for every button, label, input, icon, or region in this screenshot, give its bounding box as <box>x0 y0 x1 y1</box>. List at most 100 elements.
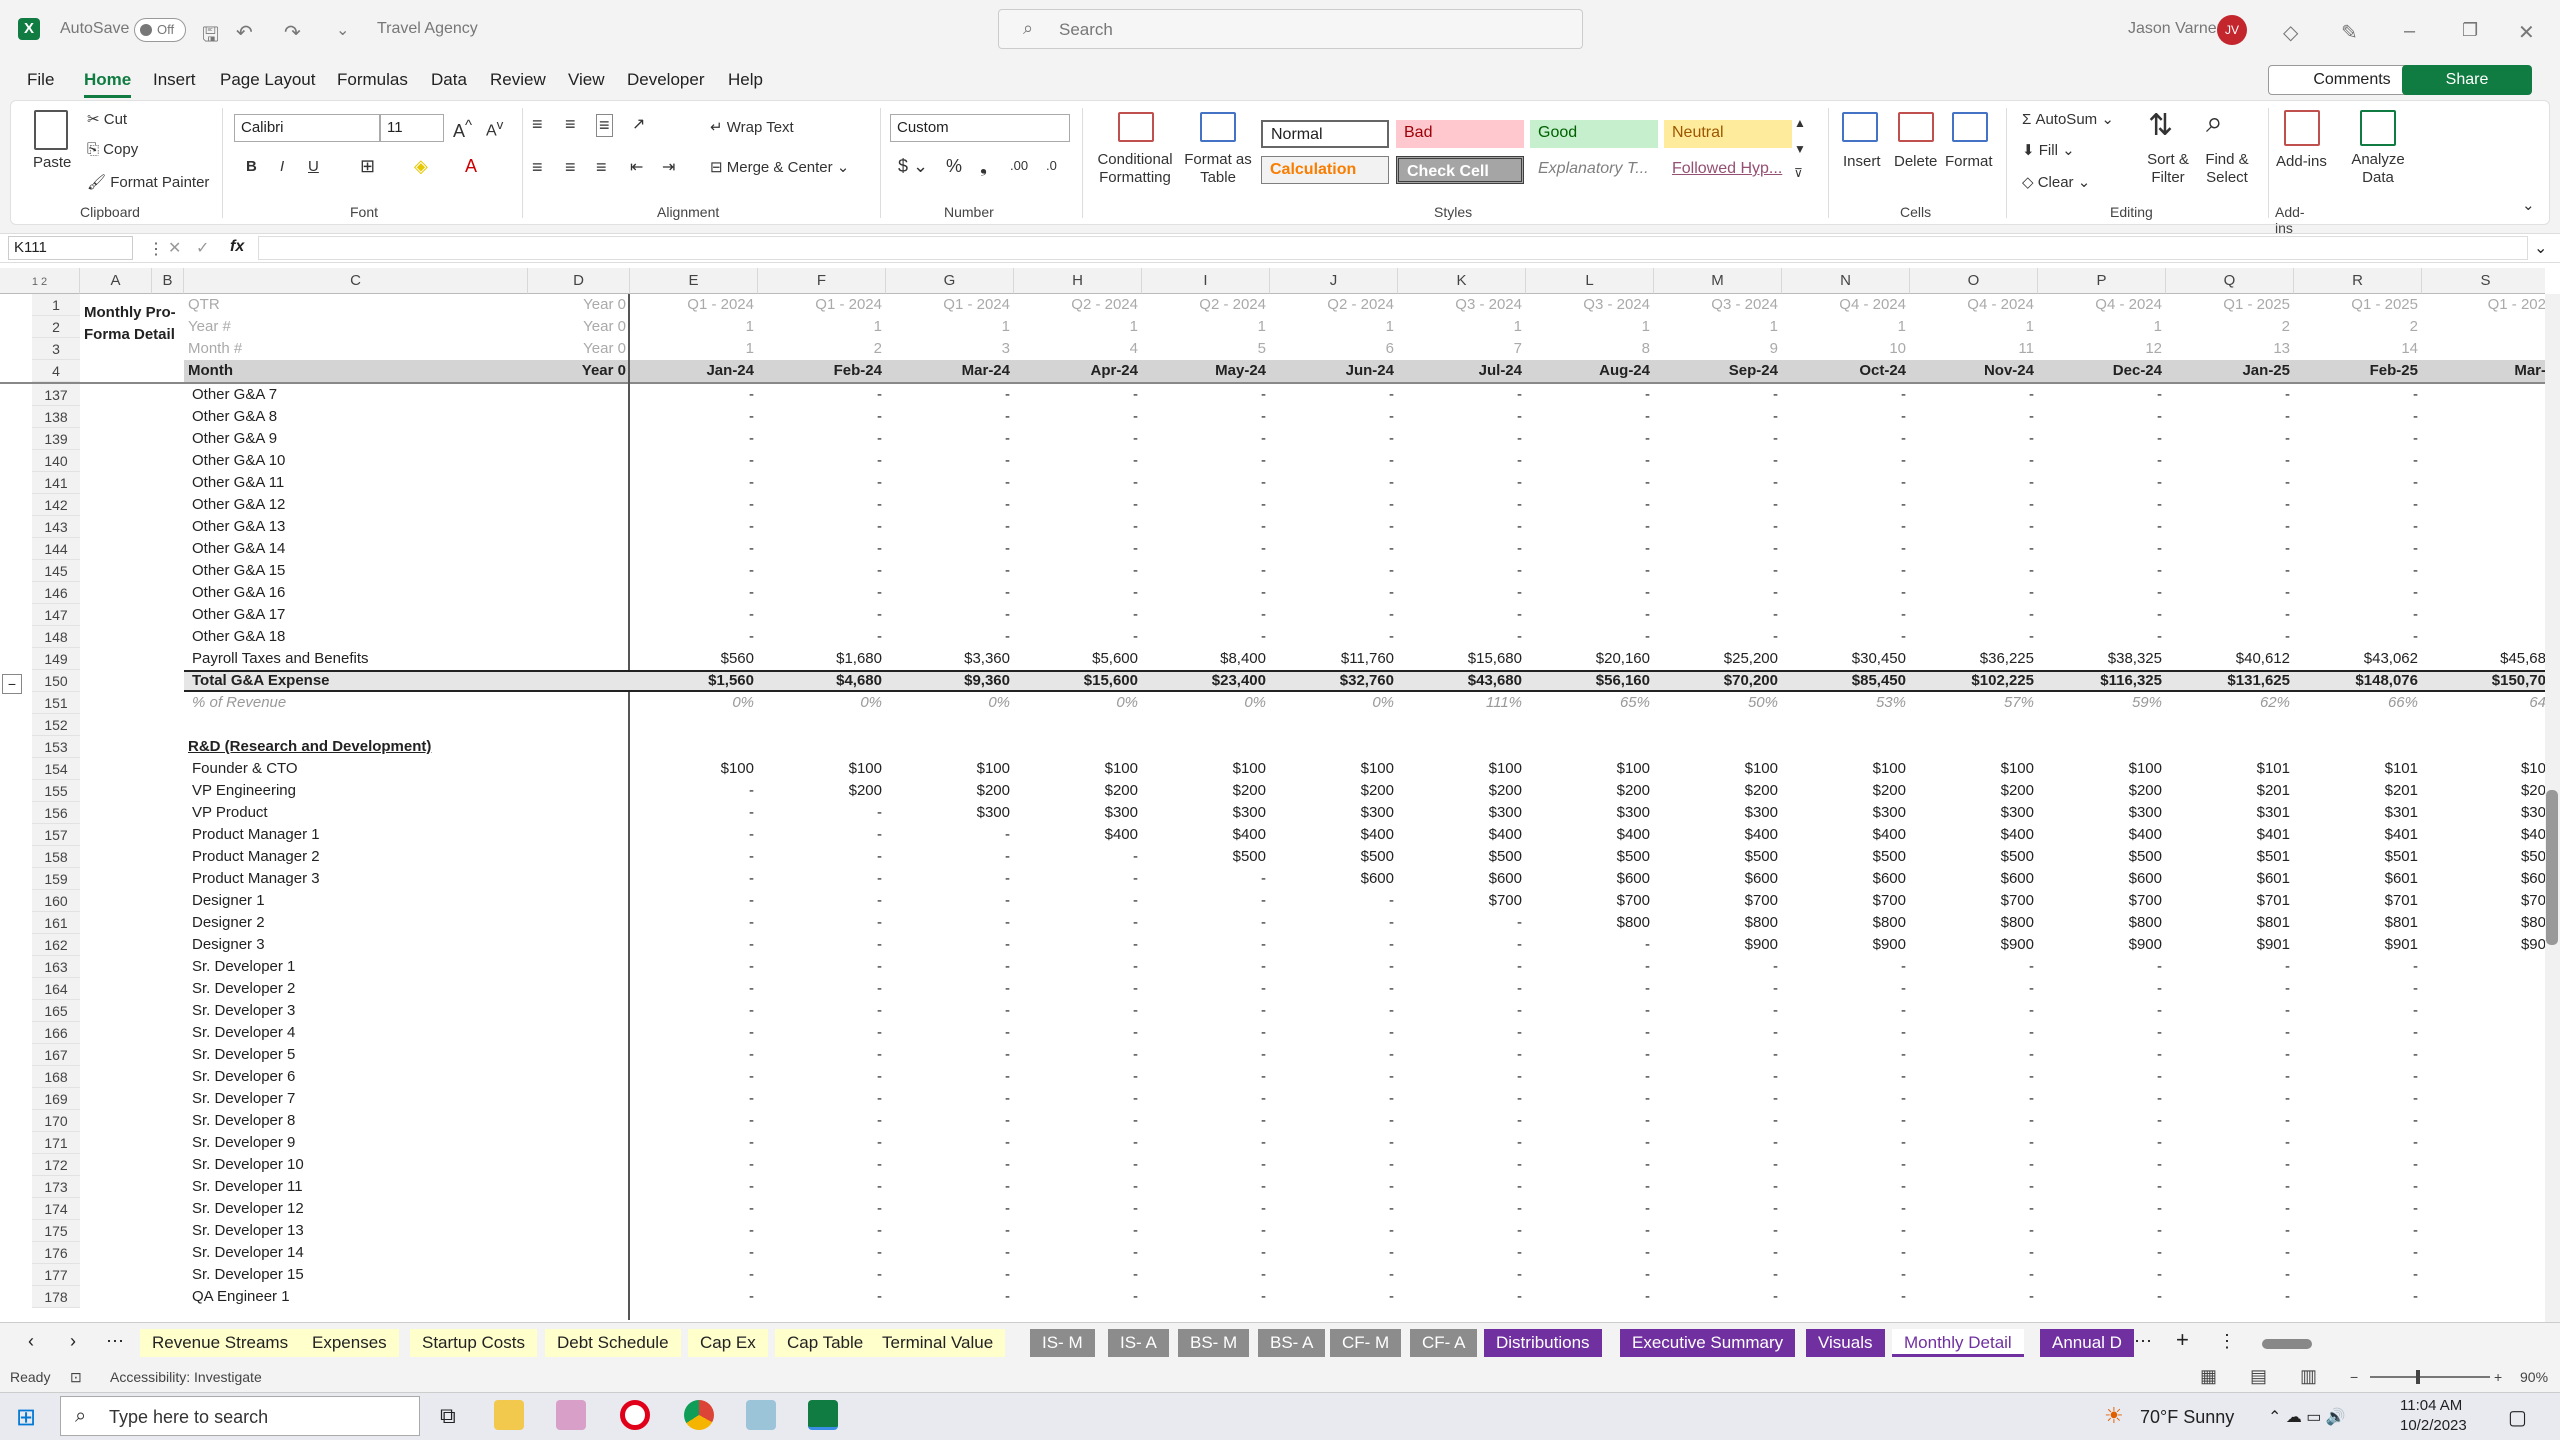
data-cell[interactable]: - <box>630 1286 758 1308</box>
data-cell[interactable]: - <box>1142 406 1270 428</box>
data-cell[interactable] <box>2422 1044 2545 1066</box>
header-cell[interactable]: Oct-24 <box>1782 360 1910 382</box>
restore-icon[interactable]: ❐ <box>2462 20 2478 41</box>
data-cell[interactable]: - <box>1782 1044 1910 1066</box>
data-cell[interactable]: $400 <box>1782 824 1910 846</box>
data-cell[interactable]: $11,760 <box>1270 648 1398 670</box>
data-cell[interactable] <box>2422 1066 2545 1088</box>
data-cell[interactable]: - <box>1526 582 1654 604</box>
data-cell[interactable]: - <box>630 1176 758 1198</box>
data-cell[interactable]: - <box>758 1264 886 1286</box>
row-header[interactable]: 157 <box>32 824 80 846</box>
quick-access-chevron-icon[interactable]: ⌄ <box>336 20 349 40</box>
data-cell[interactable]: - <box>1654 406 1782 428</box>
data-cell[interactable]: - <box>1142 582 1270 604</box>
increase-indent-icon[interactable]: ⇥ <box>662 157 675 177</box>
row-header[interactable]: 174 <box>32 1198 80 1220</box>
data-cell[interactable]: - <box>1654 428 1782 450</box>
notifications-icon[interactable]: ▢ <box>2508 1405 2527 1430</box>
data-cell[interactable]: - <box>630 450 758 472</box>
data-cell[interactable]: - <box>2038 1176 2166 1198</box>
data-cell[interactable]: - <box>2166 582 2294 604</box>
data-cell[interactable]: - <box>1398 1198 1526 1220</box>
data-cell[interactable]: $600 <box>1654 868 1782 890</box>
data-cell[interactable]: - <box>2038 1110 2166 1132</box>
data-cell[interactable]: - <box>1910 604 2038 626</box>
data-cell[interactable]: - <box>2294 450 2422 472</box>
data-cell[interactable]: - <box>1910 1286 2038 1308</box>
header-cell[interactable]: Feb-24 <box>758 360 886 382</box>
data-cell[interactable]: $900 <box>1782 934 1910 956</box>
decrease-font-icon[interactable]: Av <box>486 117 503 140</box>
data-cell[interactable]: $400 <box>1654 824 1782 846</box>
data-cell[interactable]: - <box>1654 516 1782 538</box>
data-cell[interactable]: - <box>2038 560 2166 582</box>
data-cell[interactable]: - <box>1014 538 1142 560</box>
menu-formulas[interactable]: Formulas <box>337 70 408 90</box>
zoom-out-icon[interactable]: − <box>2350 1369 2358 1385</box>
data-cell[interactable]: - <box>758 868 886 890</box>
data-cell[interactable]: 0% <box>758 692 886 714</box>
data-cell[interactable]: - <box>1654 384 1782 406</box>
row-label[interactable] <box>192 714 528 736</box>
data-cell[interactable]: - <box>2166 384 2294 406</box>
data-cell[interactable]: $901 <box>2294 934 2422 956</box>
row-header[interactable]: 172 <box>32 1154 80 1176</box>
data-cell[interactable]: - <box>1142 1242 1270 1264</box>
header-cell[interactable]: Q4 - 2024 <box>1910 294 2038 316</box>
redo-icon[interactable]: ↷ <box>284 20 301 45</box>
data-cell[interactable]: - <box>758 472 886 494</box>
row-label[interactable]: Sr. Developer 12 <box>192 1198 528 1220</box>
data-cell[interactable]: - <box>1398 560 1526 582</box>
increase-decimal-icon[interactable]: .00 <box>1010 158 1028 173</box>
data-cell[interactable]: $25,200 <box>1654 648 1782 670</box>
data-cell[interactable] <box>2422 516 2545 538</box>
data-cell[interactable]: - <box>2038 516 2166 538</box>
row-label[interactable]: Designer 3 <box>192 934 528 956</box>
next-sheet-icon[interactable]: › <box>70 1331 76 1352</box>
data-cell[interactable]: - <box>2038 604 2166 626</box>
row-header[interactable]: 141 <box>32 472 80 494</box>
row-label[interactable]: Sr. Developer 11 <box>192 1176 528 1198</box>
data-cell[interactable]: $700 <box>1654 890 1782 912</box>
data-cell[interactable]: $116,325 <box>2038 670 2166 692</box>
data-cell[interactable]: - <box>2166 494 2294 516</box>
data-cell[interactable]: $56,160 <box>1526 670 1654 692</box>
row-label[interactable]: Sr. Developer 3 <box>192 1000 528 1022</box>
data-cell[interactable]: - <box>1270 978 1398 1000</box>
data-cell[interactable]: $701 <box>2294 890 2422 912</box>
header-cell[interactable]: Q3 - 2024 <box>1526 294 1654 316</box>
data-cell[interactable]: - <box>1398 1154 1526 1176</box>
data-cell[interactable]: - <box>630 956 758 978</box>
enter-icon[interactable]: ✓ <box>196 238 209 258</box>
data-cell[interactable]: - <box>2294 1154 2422 1176</box>
data-cell[interactable]: - <box>1654 450 1782 472</box>
data-cell[interactable]: - <box>2294 1286 2422 1308</box>
header-cell[interactable]: 4 <box>1014 338 1142 360</box>
data-cell[interactable]: $600 <box>1910 868 2038 890</box>
sort-filter-icon[interactable]: ⇅ <box>2148 108 2173 143</box>
data-cell[interactable]: - <box>1270 384 1398 406</box>
data-cell[interactable]: $801 <box>2166 912 2294 934</box>
header-cell[interactable]: Mar-24 <box>886 360 1014 382</box>
data-cell[interactable]: - <box>1782 472 1910 494</box>
data-cell[interactable]: - <box>758 1132 886 1154</box>
data-cell[interactable]: - <box>758 428 886 450</box>
menu-data[interactable]: Data <box>431 70 467 90</box>
decrease-indent-icon[interactable]: ⇤ <box>630 157 643 177</box>
data-cell[interactable]: - <box>886 582 1014 604</box>
data-cell[interactable]: $601 <box>2166 868 2294 890</box>
data-cell[interactable]: $30 <box>2422 802 2545 824</box>
data-cell[interactable]: - <box>1910 384 2038 406</box>
cancel-icon[interactable]: ✕ <box>168 238 181 258</box>
data-cell[interactable]: - <box>1014 1264 1142 1286</box>
excel-taskbar-icon[interactable] <box>808 1400 838 1430</box>
data-cell[interactable]: - <box>1142 538 1270 560</box>
menu-home[interactable]: Home <box>84 70 132 98</box>
header-cell[interactable] <box>2422 338 2545 360</box>
header-cell[interactable]: 2 <box>2166 316 2294 338</box>
row-label[interactable]: Sr. Developer 15 <box>192 1264 528 1286</box>
data-cell[interactable]: - <box>886 978 1014 1000</box>
find-select-button[interactable]: Find & Select <box>2196 151 2258 187</box>
data-cell[interactable]: - <box>1270 626 1398 648</box>
